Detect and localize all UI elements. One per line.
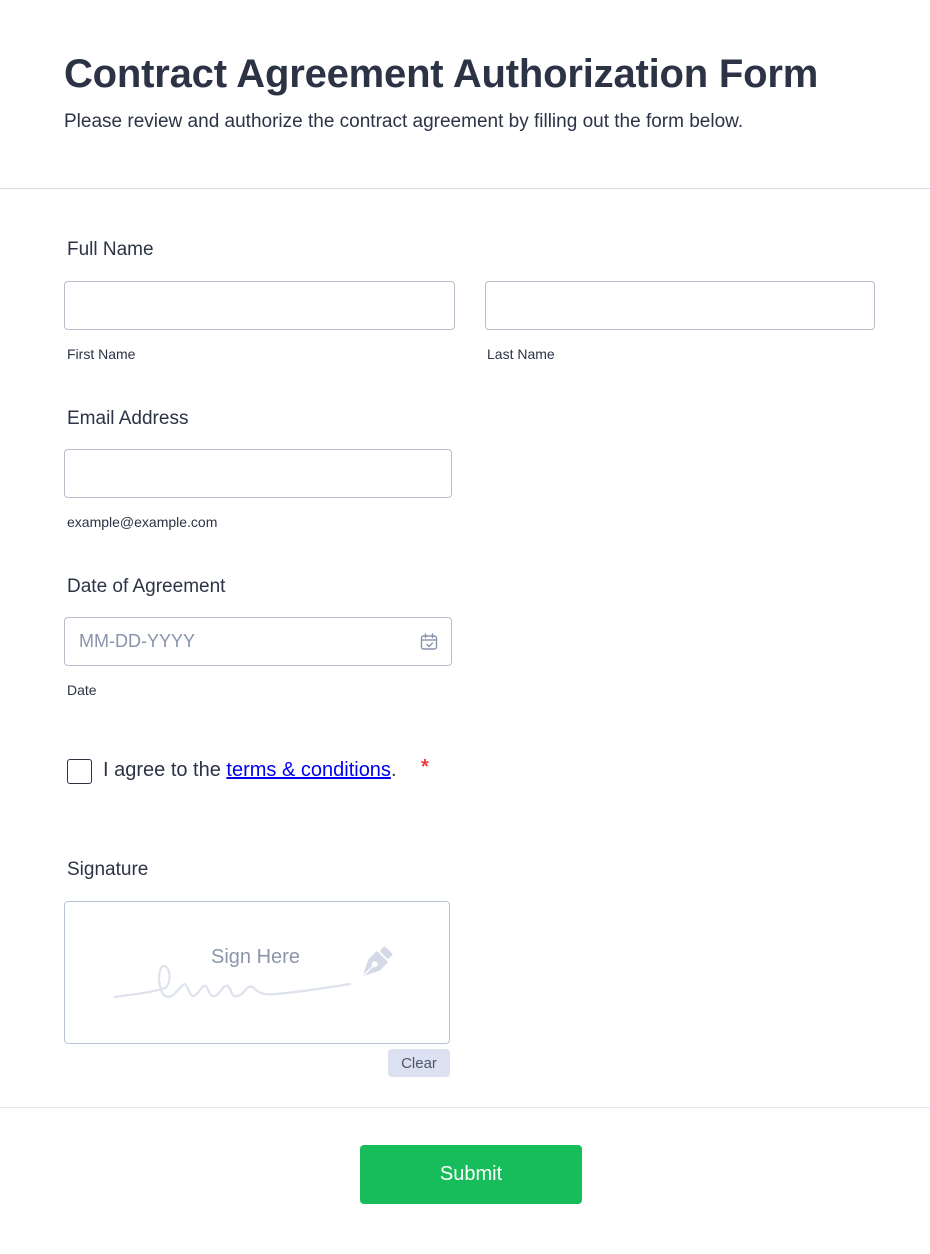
pen-nib-icon (362, 946, 393, 977)
date-label: Date of Agreement (67, 576, 226, 597)
form-title: Contract Agreement Authorization Form (64, 52, 819, 96)
submit-button[interactable]: Submit (360, 1145, 582, 1204)
terms-checkbox[interactable] (67, 759, 92, 784)
full-name-label: Full Name (67, 239, 154, 260)
email-input[interactable] (64, 449, 452, 498)
last-name-sublabel: Last Name (487, 346, 555, 362)
calendar-icon[interactable] (419, 632, 439, 652)
terms-suffix: . (390, 759, 397, 781)
first-name-input[interactable] (64, 281, 455, 330)
date-sublabel: Date (67, 682, 97, 698)
email-sublabel: example@example.com (67, 514, 218, 530)
date-input[interactable] (64, 617, 452, 666)
terms-link[interactable]: terms & conditions (226, 759, 391, 781)
last-name-input[interactable] (485, 281, 875, 330)
clear-signature-button[interactable]: Clear (388, 1049, 450, 1077)
form-subtitle: Please review and authorize the contract… (64, 111, 744, 132)
email-label: Email Address (67, 408, 189, 429)
signature-pad[interactable]: Sign Here (64, 901, 450, 1044)
first-name-sublabel: First Name (67, 346, 136, 362)
terms-prefix: I agree to the (103, 759, 227, 781)
signature-label: Signature (67, 859, 149, 880)
required-asterisk: * (421, 756, 429, 778)
terms-text: I agree to the terms & conditions. (103, 759, 397, 782)
sign-here-placeholder: Sign Here (211, 946, 300, 968)
footer-divider (0, 1107, 930, 1108)
form-header: Contract Agreement Authorization Form Pl… (0, 0, 930, 189)
